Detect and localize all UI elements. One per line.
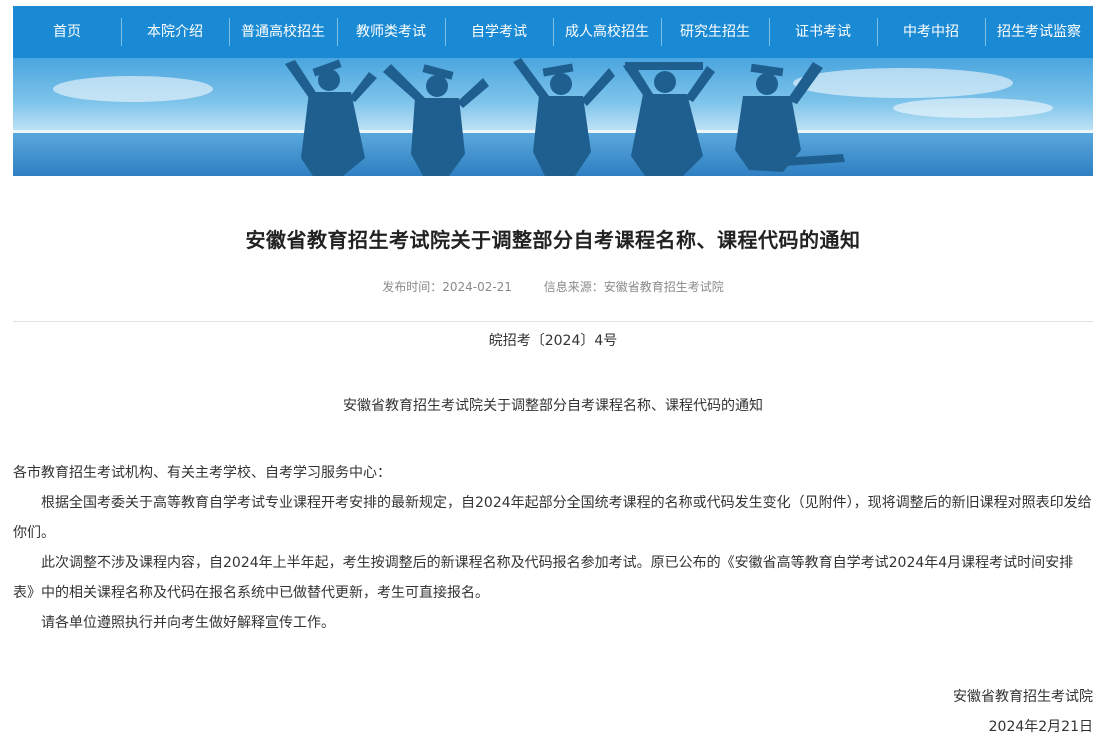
nav-item-adult-admission[interactable]: 成人高校招生: [553, 6, 661, 58]
nav-item-high-school-entrance[interactable]: 中考中招: [877, 6, 985, 58]
document-subtitle: 安徽省教育招生考试院关于调整部分自考课程名称、课程代码的通知: [343, 398, 763, 414]
paragraph: 请各单位遵照执行并向考生做好解释宣传工作。: [41, 615, 335, 631]
article-title: 安徽省教育招生考试院关于调整部分自考课程名称、课程代码的通知: [245, 228, 861, 252]
salutation: 各市教育招生考试机构、有关主考学校、自考学习服务中心：: [13, 465, 391, 481]
nav-item-teacher-exam[interactable]: 教师类考试: [337, 6, 445, 58]
nav-item-home[interactable]: 首页: [13, 6, 121, 58]
nav-item-graduate-admission[interactable]: 研究生招生: [661, 6, 769, 58]
article-body: 各市教育招生考试机构、有关主考学校、自考学习服务中心： 根据全国考委关于高等教育…: [13, 458, 1093, 638]
nav-item-general-admission[interactable]: 普通高校招生: [229, 6, 337, 58]
publish-date: 发布时间：2024-02-21: [382, 280, 512, 294]
paragraph: 根据全国考委关于高等教育自学考试专业课程开考安排的最新规定，自2024年起部分全…: [13, 495, 1092, 541]
paragraph: 此次调整不涉及课程内容，自2024年上半年起，考生按调整后的新课程名称及代码报名…: [13, 555, 1074, 601]
top-nav: 首页 本院介绍 普通高校招生 教师类考试 自学考试 成人高校招生 研究生招生 证…: [13, 6, 1093, 58]
document-number: 皖招考〔2024〕4号: [488, 333, 618, 349]
signature: 安徽省教育招生考试院: [953, 689, 1093, 705]
nav-item-exam-supervision[interactable]: 招生考试监察: [985, 6, 1093, 58]
info-source: 信息来源：安徽省教育招生考试院: [543, 280, 724, 294]
nav-item-certificate-exam[interactable]: 证书考试: [769, 6, 877, 58]
nav-item-about[interactable]: 本院介绍: [121, 6, 229, 58]
title-divider: [13, 321, 1093, 322]
signature-date: 2024年2月21日: [988, 719, 1093, 735]
header-banner: [13, 58, 1093, 176]
article-meta: 发布时间：2024-02-21 信息来源：安徽省教育招生考试院: [13, 278, 1093, 295]
graduates-silhouette-image: [285, 58, 845, 176]
nav-item-self-study-exam[interactable]: 自学考试: [445, 6, 553, 58]
